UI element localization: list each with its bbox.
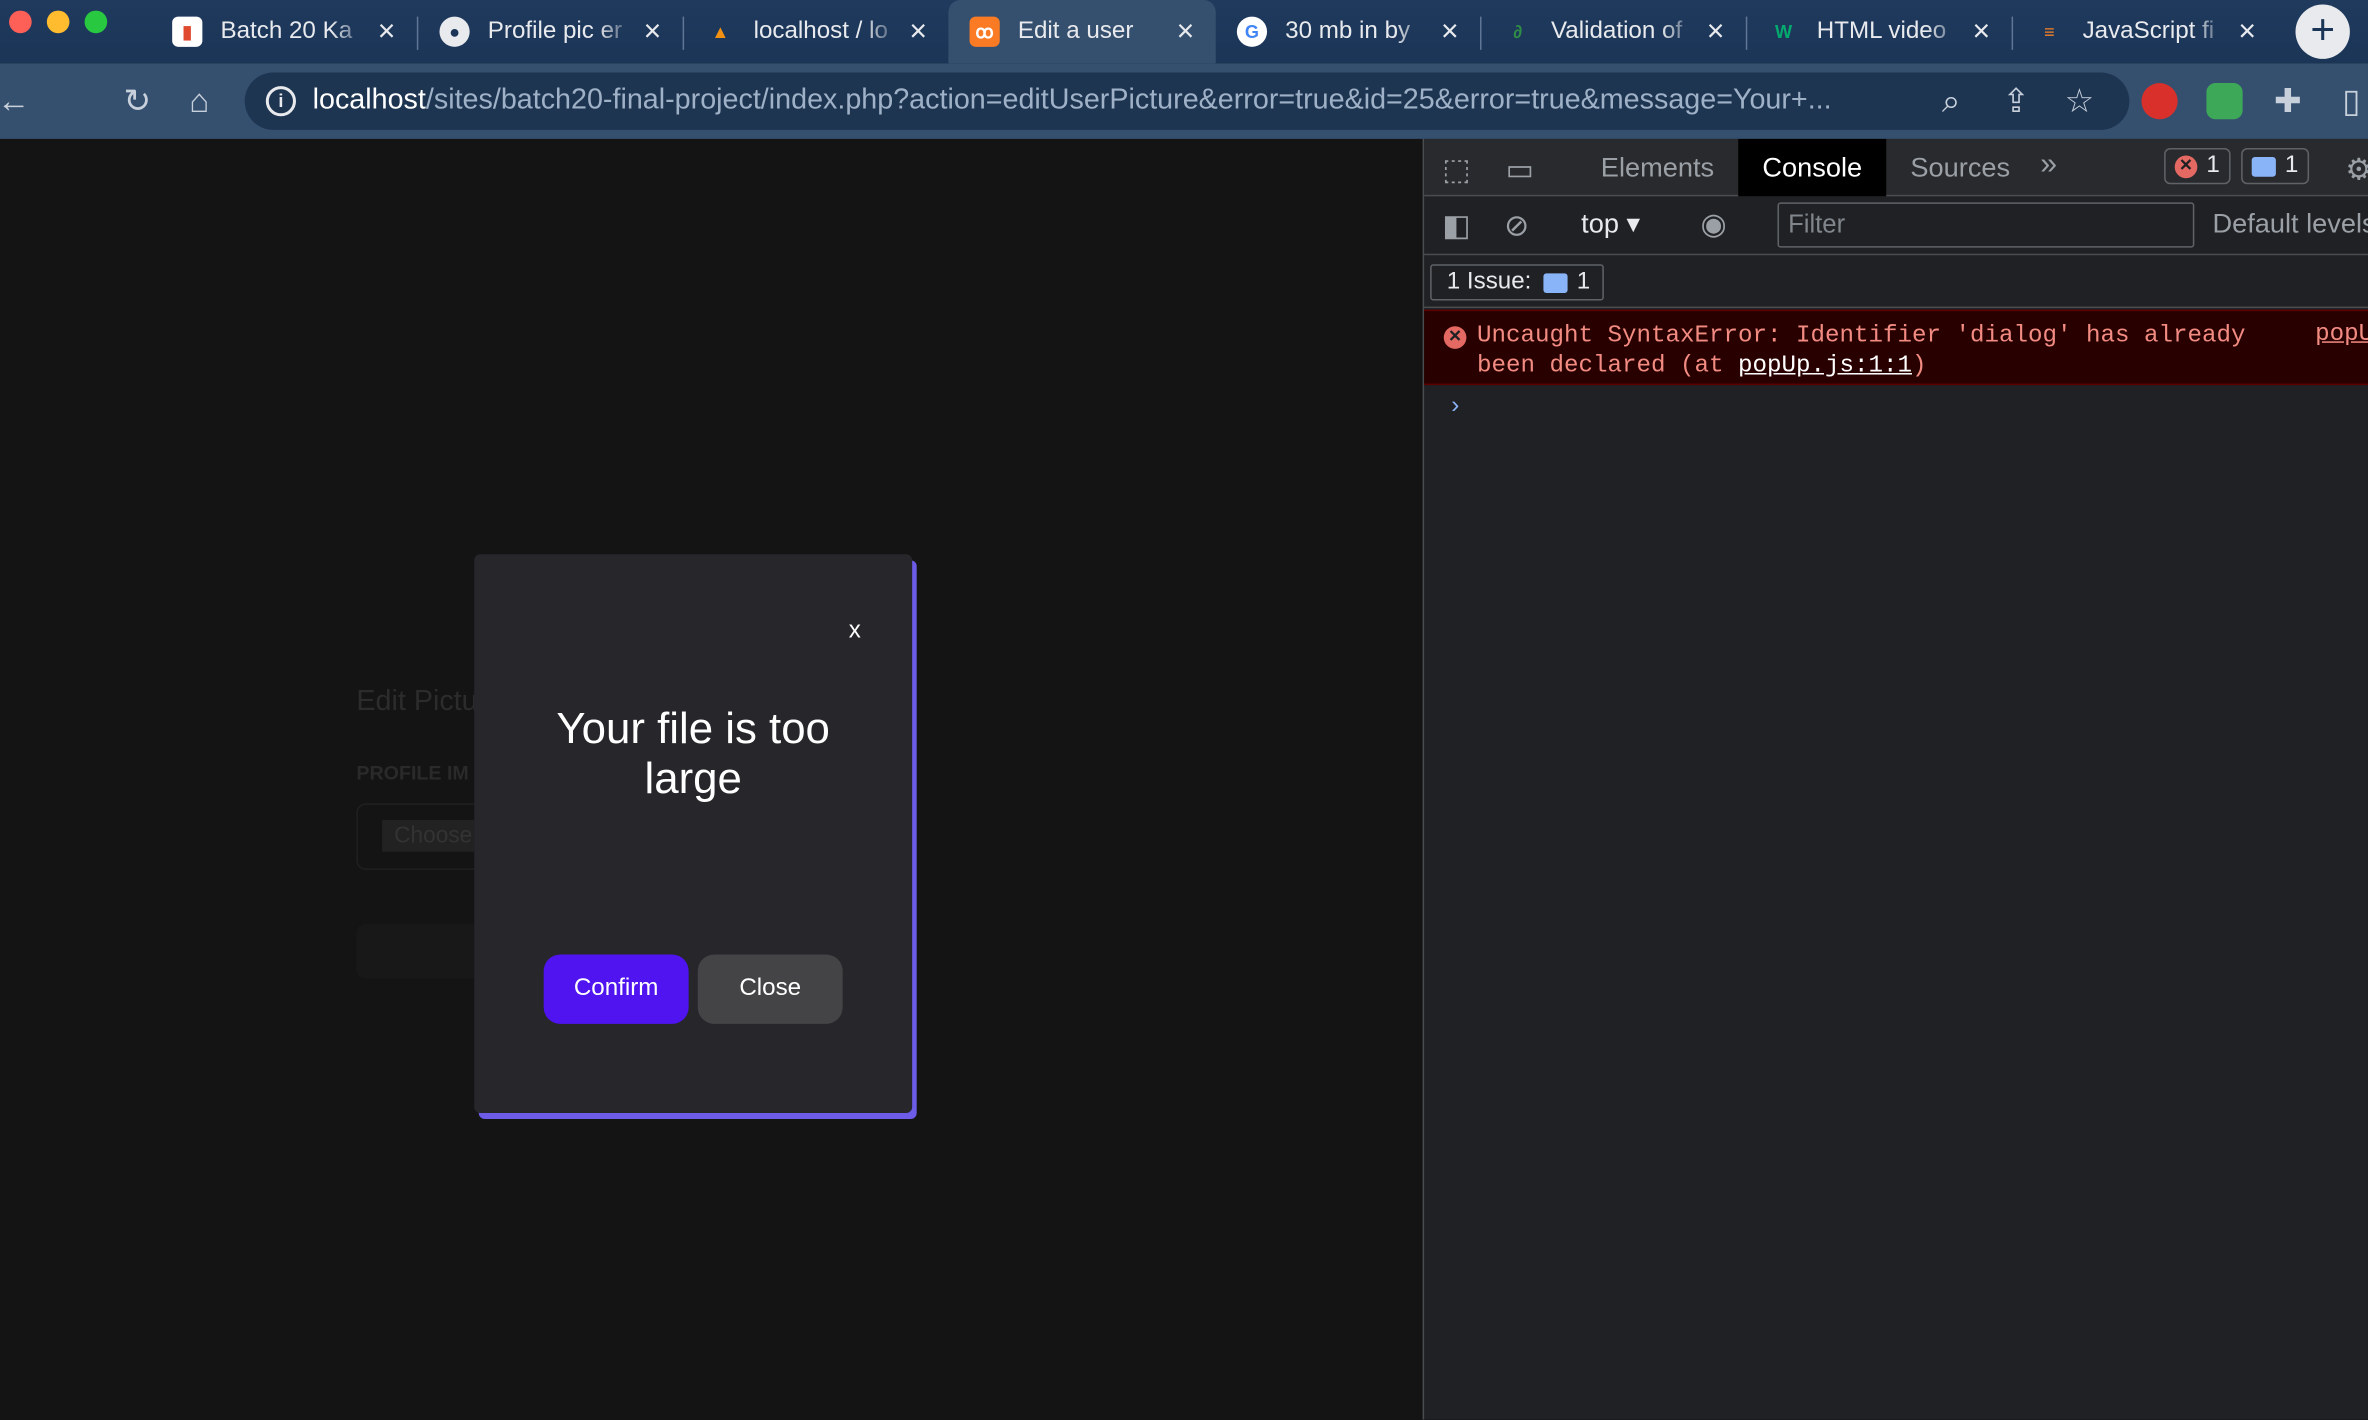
settings-gear-icon[interactable]: ⚙: [2345, 151, 2368, 189]
choose-file-button[interactable]: Choose: [382, 820, 485, 852]
zoom-icon[interactable]: ⌕: [1932, 82, 1971, 121]
screen: ▮ Batch 20 Ka × ● Profile pic er × ▲ loc…: [0, 0, 2368, 1420]
window-close-button[interactable]: [9, 10, 32, 34]
error-icon: ✕: [2174, 154, 2198, 178]
issue-message-icon: [1543, 272, 1568, 293]
inspect-element-icon[interactable]: ⬚: [1442, 151, 1471, 189]
filter-input[interactable]: Filter: [1777, 202, 2195, 248]
console-prompt[interactable]: ›: [1451, 393, 1459, 420]
close-tab-icon[interactable]: ×: [1963, 14, 1999, 49]
window-maximize-button[interactable]: [84, 10, 108, 34]
share-icon[interactable]: ⇪: [1996, 82, 2035, 121]
address-bar[interactable]: i localhost/sites/batch20-final-project/…: [244, 72, 2130, 130]
browser-tab[interactable]: ▮ Batch 20 Ka ×: [151, 0, 417, 63]
tab-elements[interactable]: Elements: [1601, 139, 1714, 196]
error-source-link[interactable]: popUp.js:1:1: [1738, 352, 1912, 379]
browser-tab[interactable]: G 30 mb in by ×: [1216, 0, 1480, 63]
extension-icon[interactable]: [2206, 83, 2243, 120]
home-icon[interactable]: ⌂: [180, 82, 219, 121]
browser-tab[interactable]: ≡ JavaScript fi ×: [2013, 0, 2277, 63]
browser-tab-active[interactable]: ꝏ Edit a user ×: [948, 0, 1216, 64]
profile-image-label: PROFILE IM: [356, 761, 469, 784]
page-title: Edit Pictu: [356, 685, 478, 718]
issues-label: 1 Issue:: [1446, 268, 1532, 295]
more-tabs-icon[interactable]: »: [2040, 148, 2057, 183]
bookmark-star-icon[interactable]: ☆: [2060, 82, 2099, 121]
issues-bar: 1 Issue: 1: [1424, 257, 2368, 309]
tab-title: Edit a user: [1017, 18, 1134, 44]
extension-blocker-icon[interactable]: [2141, 83, 2178, 120]
close-tab-icon[interactable]: ×: [1697, 14, 1733, 49]
browser-toolbar: ← ↻ ⌂ i localhost/sites/batch20-final-pr…: [0, 63, 2368, 139]
dialog-message: Your file is too large: [556, 705, 830, 804]
w3schools-icon: W: [1774, 21, 1793, 43]
sidebar-toggle-icon[interactable]: ◧: [1442, 207, 1471, 245]
tab-title: 30 mb in by: [1285, 18, 1411, 44]
close-tab-icon[interactable]: ×: [368, 14, 404, 49]
browser-tab[interactable]: ∂ Validation of ×: [1482, 0, 1746, 63]
log-levels-dropdown[interactable]: Default levels: [2212, 208, 2368, 240]
google-icon: G: [1236, 16, 1268, 47]
message-count: 1: [2284, 152, 2299, 179]
dialog-close-x[interactable]: x: [840, 618, 870, 645]
error-text: Uncaught SyntaxError: Identifier 'dialog…: [1476, 321, 2246, 380]
devtools-tab-bar: ⬚ ▭ Elements Console Sources » ✕ 1 1 ⚙: [1424, 138, 2368, 197]
github-icon: ●: [439, 16, 470, 47]
message-icon: [2251, 156, 2276, 176]
close-tab-icon[interactable]: ×: [1167, 14, 1203, 49]
tab-sources[interactable]: Sources: [1910, 139, 2010, 196]
close-tab-icon[interactable]: ×: [634, 14, 670, 49]
geeksforgeeks-icon: ∂: [1513, 21, 1523, 43]
confirm-button[interactable]: Confirm: [543, 954, 689, 1024]
device-toolbar-icon[interactable]: ▭: [1506, 151, 1535, 189]
tab-title: Batch 20 Ka: [220, 18, 353, 44]
error-count: 1: [2206, 152, 2220, 179]
site-info-icon[interactable]: i: [265, 86, 296, 117]
window-minimize-button[interactable]: [46, 10, 70, 34]
close-tab-icon[interactable]: ×: [2229, 14, 2265, 49]
error-dialog: x Your file is too large Confirm Close: [474, 554, 913, 1114]
tab-title: Profile pic er: [487, 18, 623, 44]
browser-tab[interactable]: ● Profile pic er ×: [418, 0, 682, 63]
tab-title: JavaScript fi: [2082, 18, 2215, 44]
error-source-file-link[interactable]: popU: [2315, 320, 2368, 347]
clear-console-icon[interactable]: ⊘: [1504, 207, 1529, 245]
reload-icon[interactable]: ↻: [118, 82, 157, 121]
close-button[interactable]: Close: [697, 954, 843, 1024]
error-icon: ✕: [1443, 326, 1467, 349]
browser-tab[interactable]: ▲ localhost / lo ×: [684, 0, 948, 63]
phpmyadmin-icon: ▲: [711, 21, 730, 43]
url-text[interactable]: localhost/sites/batch20-final-project/in…: [313, 85, 1914, 118]
close-tab-icon[interactable]: ×: [1432, 14, 1468, 49]
issues-count: 1: [1576, 268, 1591, 295]
new-tab-button[interactable]: +: [2295, 4, 2350, 59]
close-tab-icon[interactable]: ×: [900, 14, 936, 49]
page-viewport: Edit Pictu PROFILE IM Choose x Your file…: [0, 138, 1423, 1420]
message-count-badge[interactable]: 1: [2241, 147, 2309, 185]
tab-title: localhost / lo: [753, 18, 888, 44]
tab-strip: ▮ Batch 20 Ka × ● Profile pic er × ▲ loc…: [0, 0, 2368, 64]
stackoverflow-icon: ≡: [2044, 21, 2055, 43]
error-count-badge[interactable]: ✕ 1: [2164, 147, 2231, 185]
context-select[interactable]: top ▾: [1581, 208, 1640, 240]
devtools-panel: ⬚ ▭ Elements Console Sources » ✕ 1 1 ⚙ ◧…: [1422, 138, 2368, 1420]
tab-title: HTML video: [1816, 18, 1947, 44]
extensions-puzzle-icon[interactable]: ✚: [2268, 82, 2307, 121]
console-error-message: ✕ Uncaught SyntaxError: Identifier 'dial…: [1424, 309, 2368, 386]
tab-console[interactable]: Console: [1738, 138, 1887, 197]
side-panel-icon[interactable]: ▯: [2332, 82, 2368, 121]
back-icon[interactable]: ←: [0, 82, 33, 121]
live-expression-eye-icon[interactable]: ◉: [1700, 205, 1726, 243]
trello-icon: ▮: [172, 16, 203, 47]
console-toolbar: ◧ ⊘ top ▾ ◉ Filter Default levels: [1424, 198, 2368, 256]
tab-title: Validation of: [1550, 18, 1683, 44]
issues-button[interactable]: 1 Issue: 1: [1430, 264, 1604, 301]
browser-tab[interactable]: W HTML video ×: [1747, 0, 2011, 63]
xampp-icon: ꝏ: [969, 16, 1000, 47]
